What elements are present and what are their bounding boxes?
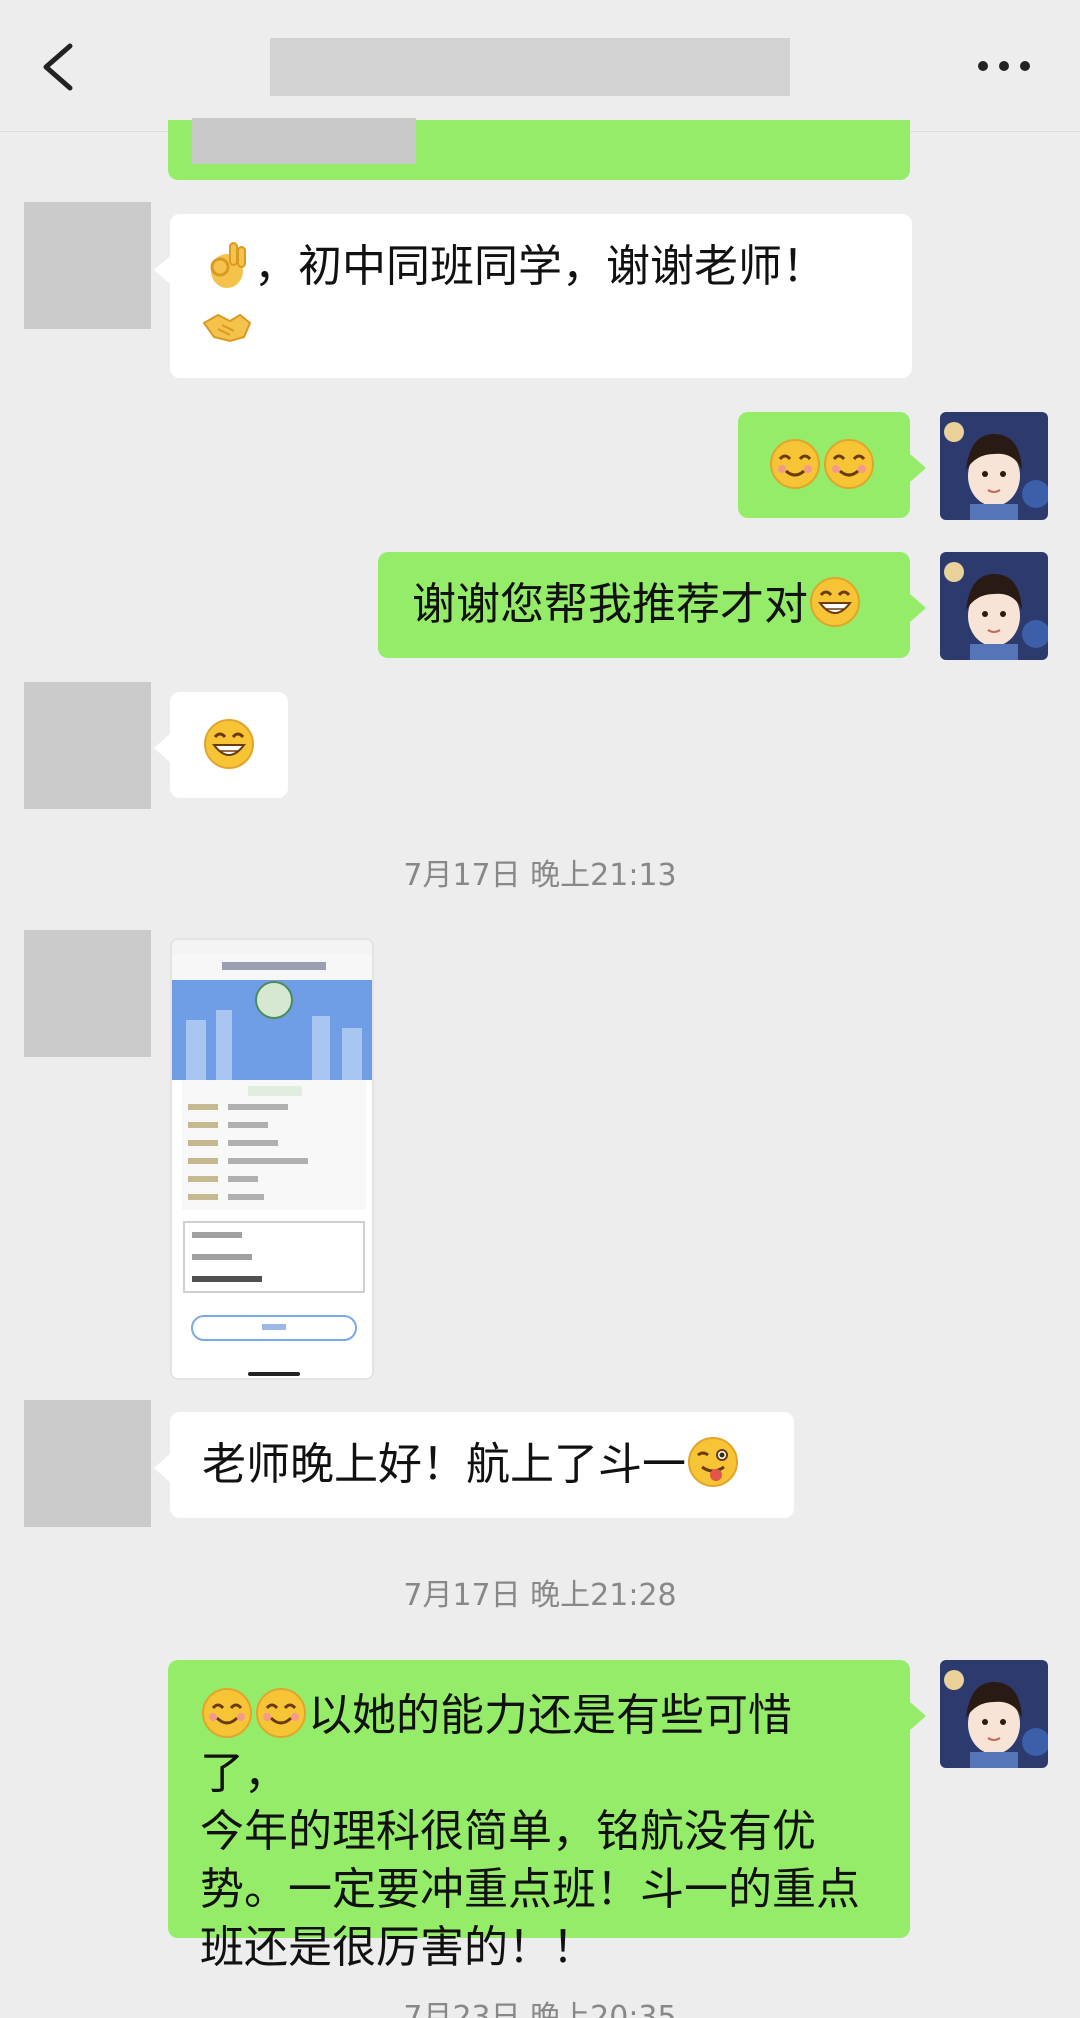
ok-hand-icon — [210, 242, 246, 288]
image-message-thumbnail[interactable] — [170, 938, 374, 1380]
message-bubble-received[interactable] — [154, 692, 288, 798]
chevron-left-icon[interactable] — [36, 42, 80, 92]
contact-avatar[interactable] — [24, 682, 151, 809]
message-text-line: 班还是很厉害的！！ — [200, 1922, 596, 1973]
redacted-text — [192, 118, 416, 164]
message-bubble-sent[interactable]: 以她的能力还是有些可惜了， 今年的理科很简单，铭航没有优 势。一定要冲重点班！斗… — [168, 1660, 926, 1973]
grin-icon — [204, 719, 254, 769]
message-timestamp: 7月17日 晚上21:28 — [403, 1578, 677, 1613]
chat-header — [0, 0, 1080, 132]
user-avatar[interactable] — [940, 1660, 1048, 1768]
message-text-line: 今年的理科很简单，铭航没有优 — [200, 1806, 816, 1857]
grin-icon — [810, 577, 860, 627]
message-timestamp: 7月17日 晚上21:13 — [403, 858, 677, 893]
chat-title-redacted — [270, 38, 790, 96]
message-bubble-sent[interactable]: 谢谢您帮我推荐才对 — [378, 552, 926, 658]
contact-avatar[interactable] — [24, 1400, 151, 1527]
smile-icon — [256, 1688, 306, 1738]
message-timestamp: 7月23日 晚上20:35 — [403, 2000, 677, 2018]
message-text: ，初中同班同学，谢谢老师！ — [254, 241, 826, 292]
wink-tongue-icon — [688, 1437, 738, 1487]
message-text-line: 势。一定要冲重点班！斗一的重点 — [200, 1864, 860, 1915]
smile-icon — [202, 1688, 252, 1738]
more-dots-icon[interactable] — [978, 56, 1030, 76]
contact-avatar[interactable] — [24, 202, 151, 329]
message-text: 老师晚上好！航上了斗一 — [202, 1439, 686, 1490]
message-bubble-received[interactable]: 老师晚上好！航上了斗一 — [154, 1412, 794, 1518]
contact-avatar[interactable] — [24, 930, 151, 1057]
message-text: 谢谢您帮我推荐才对 — [412, 579, 808, 630]
happy-face-icon — [770, 439, 820, 489]
handshake-icon — [202, 313, 252, 343]
message-bubble-sent[interactable] — [738, 412, 926, 518]
user-avatar[interactable] — [940, 552, 1048, 660]
message-bubble-received[interactable]: ，初中同班同学，谢谢老师！ — [154, 214, 912, 378]
user-avatar[interactable] — [940, 412, 1048, 520]
happy-face-icon — [824, 439, 874, 489]
